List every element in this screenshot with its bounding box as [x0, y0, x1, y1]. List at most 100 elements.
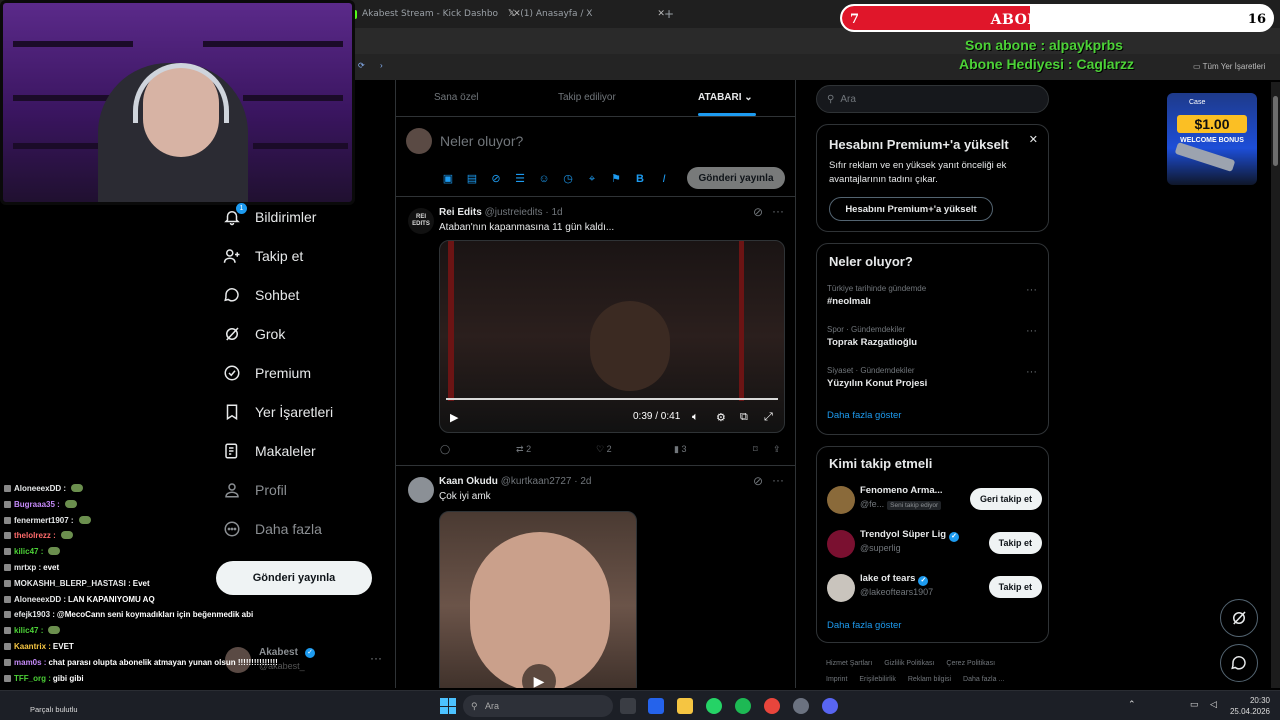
footer-link[interactable]: Erişilebilirlik [859, 676, 896, 683]
chat-username[interactable]: TFF_org : [14, 674, 51, 683]
follow-suggestion[interactable]: Fenomeno Arma... @fe... Seni takip ediyor… [827, 483, 1042, 517]
folder-icon[interactable] [677, 698, 693, 714]
tweet-author[interactable]: Kaan Okudu @kurtkaan2727 · 2d [439, 476, 591, 487]
messages-fab[interactable] [1220, 644, 1258, 682]
nav-grok[interactable]: Grok [223, 317, 285, 351]
volume-icon[interactable]: ◁ [1210, 699, 1217, 710]
nav-follow[interactable]: Takip et [223, 239, 303, 273]
more-dots-icon[interactable]: ··· [1026, 325, 1037, 337]
task-view-icon[interactable] [620, 698, 636, 714]
chat-username[interactable]: Kaantrix : [14, 642, 51, 651]
nav-more[interactable]: Daha fazla [223, 512, 322, 546]
grok-icon[interactable]: ⊘ [489, 172, 503, 186]
new-tab-button[interactable]: + [664, 4, 674, 24]
tab-atabari[interactable]: ATABARI ⌄ [698, 92, 753, 103]
premium-upgrade-button[interactable]: Hesabını Premium+'a yükselt [829, 197, 993, 221]
bookmark-icon[interactable]: ⌑ [753, 444, 758, 455]
composer-send-button[interactable]: Gönderi yayınla [687, 167, 785, 189]
tweet[interactable]: REI EDITS Rei Edits @justreiedits · 1d ⊘… [396, 198, 795, 466]
weather-status[interactable]: Parçalı bulutlu [0, 705, 78, 714]
nav-articles[interactable]: Makaleler [223, 434, 316, 468]
tab-kick-dashboard[interactable]: Akabest Stream - Kick Dashbo ✕ [348, 4, 521, 24]
chevron-right-icon[interactable]: › [380, 61, 383, 70]
volume-icon[interactable]: 🔈︎ [692, 411, 699, 424]
chat-username[interactable]: efejk1903 : [14, 610, 55, 619]
grok-fab[interactable] [1220, 599, 1258, 637]
image-icon[interactable]: ▣ [441, 172, 455, 186]
chat-username[interactable]: thelolrezz : [14, 531, 56, 540]
views-button[interactable]: ▮ 3 [674, 444, 686, 455]
post-button[interactable]: Gönderi yayınla [216, 561, 372, 595]
show-more-link[interactable]: Daha fazla göster [827, 620, 901, 631]
scrollbar[interactable] [1271, 82, 1280, 688]
whatsapp-icon[interactable] [706, 698, 722, 714]
footer-link[interactable]: Hizmet Şartları [826, 660, 872, 667]
nav-premium[interactable]: Premium [223, 356, 311, 390]
tweet[interactable]: Kaan Okudu @kurtkaan2727 · 2d ⊘ ··· Çok … [396, 467, 795, 688]
chat-username[interactable]: fenermert1907 : [14, 516, 74, 525]
more-dots-icon[interactable]: ··· [772, 204, 784, 218]
network-icon[interactable]: ▭ [1190, 699, 1199, 710]
app-icon[interactable] [648, 698, 664, 714]
trend-item[interactable]: Siyaset · Gündemdekiler Yüzyılın Konut P… [827, 366, 927, 389]
start-icon[interactable] [440, 698, 456, 714]
reply-icon[interactable]: ◯ [440, 444, 450, 455]
close-icon[interactable]: ✕ [1029, 133, 1038, 146]
search-input[interactable]: ⚲ Ara [816, 85, 1049, 113]
nav-profile[interactable]: Profil [223, 473, 287, 507]
follow-suggestion[interactable]: lake of tears ✓ @lakeoftears1907 Takip et [827, 571, 1042, 605]
location-icon[interactable]: ⌖ [585, 172, 599, 186]
more-dots-icon[interactable]: ··· [1026, 284, 1037, 296]
poll-icon[interactable]: ☰ [513, 172, 527, 186]
chat-username[interactable]: mam0s : [14, 658, 46, 667]
nav-notifications[interactable]: 1 Bildirimler [223, 200, 316, 234]
chat-username[interactable]: AloneeexDD : [14, 484, 66, 493]
footer-link[interactable]: Çerez Politikası [946, 660, 995, 667]
more-dots-icon[interactable]: ··· [370, 651, 382, 665]
discord-icon[interactable] [822, 698, 838, 714]
follow-back-button[interactable]: Geri takip et [969, 488, 1042, 510]
retweet-button[interactable]: ⇄ 2 [516, 444, 531, 455]
grok-icon[interactable]: ⊘ [753, 205, 763, 219]
app-icon[interactable] [793, 698, 809, 714]
flag-icon[interactable]: ⚑ [609, 172, 623, 186]
fullscreen-icon[interactable]: ⤢ [764, 411, 773, 424]
like-button[interactable]: ♡ 2 [596, 444, 612, 455]
tab-x-home[interactable]: 𝕏 (1) Anasayfa / X ✕ [508, 4, 665, 24]
bold-icon[interactable]: B [633, 172, 647, 186]
follow-suggestion[interactable]: Trendyol Süper Lig ✓ @superlig Takip et [827, 527, 1042, 561]
chat-username[interactable]: kilic47 : [14, 626, 43, 635]
tweet-author[interactable]: Rei Edits @justreiedits · 1d [439, 207, 563, 218]
chat-username[interactable]: AloneeexDD : [14, 595, 66, 604]
composer-input[interactable]: Neler oluyor? [440, 133, 523, 149]
footer-link[interactable]: Imprint [826, 676, 847, 683]
show-more-link[interactable]: Daha fazla göster [827, 410, 901, 421]
chevron-up-icon[interactable]: ⌃ [1128, 699, 1136, 710]
chat-username[interactable]: Bugraaa35 : [14, 500, 60, 509]
video-progress[interactable] [446, 398, 778, 400]
follow-button[interactable]: Takip et [988, 576, 1042, 598]
pip-icon[interactable]: ⧉ [740, 411, 748, 424]
nav-chat[interactable]: Sohbet [223, 278, 299, 312]
footer-link[interactable]: Daha fazla ... [963, 676, 1004, 683]
trend-item[interactable]: Türkiye tarihinde gündemde #neolmalı [827, 284, 926, 307]
tab-for-you[interactable]: Sana özel [434, 92, 478, 103]
play-icon[interactable]: ▶ [450, 411, 458, 424]
clock[interactable]: 20:30 25.04.2026 [1230, 695, 1270, 717]
emoji-icon[interactable]: ☺ [537, 172, 551, 186]
more-dots-icon[interactable]: ··· [1026, 366, 1037, 378]
tab-following[interactable]: Takip ediliyor [558, 92, 616, 103]
trend-item[interactable]: Spor · Gündemdekiler Toprak Razgatlıoğlu [827, 325, 917, 348]
chat-username[interactable]: mrtxp : [14, 563, 41, 572]
grok-icon[interactable]: ⊘ [753, 474, 763, 488]
share-icon[interactable]: ⇪ [773, 444, 781, 455]
schedule-icon[interactable]: ◷ [561, 172, 575, 186]
footer-link[interactable]: Gizlilik Politikası [884, 660, 934, 667]
tweet-video[interactable]: ▶ 0:39 / 0:41 🔈︎ ⚙ ⧉ ⤢ [439, 240, 785, 433]
italic-icon[interactable]: I [657, 172, 671, 186]
taskbar-search[interactable]: ⚲ Ara [463, 695, 613, 717]
refresh-icon[interactable]: ⟳ [358, 61, 365, 70]
gif-icon[interactable]: ▤ [465, 172, 479, 186]
follow-button[interactable]: Takip et [988, 532, 1042, 554]
tweet-video[interactable]: ▶ [439, 511, 637, 688]
